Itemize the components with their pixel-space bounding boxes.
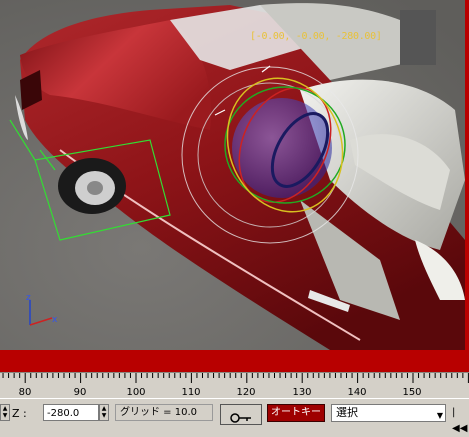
autokey-button[interactable]: オートキー [267, 404, 325, 422]
active-viewport-border-right [465, 0, 469, 354]
timeline-tick-label: 110 [181, 387, 201, 398]
transform-coordinate-readout: [-0.00, -0.00, -280.00] [250, 31, 382, 42]
z-spinner[interactable]: ▲ ▼ [99, 404, 109, 421]
set-key-button[interactable] [220, 404, 262, 425]
timeline-tick-label: 140 [347, 387, 367, 398]
scene-render: z x [0, 0, 469, 354]
rearview-post [400, 10, 436, 65]
axis-x-label: x [52, 315, 58, 325]
timeline-tick-label: 120 [236, 387, 256, 398]
3d-viewport[interactable]: z x [-0.00, -0.00, -280.00] [0, 0, 469, 354]
grid-size-display: グリッド = 10.0 [115, 404, 213, 421]
axis-z-label: z [26, 293, 31, 303]
timeline-tick-label: 150 [402, 387, 422, 398]
timeline-tick-label: 130 [292, 387, 312, 398]
selection-set-dropdown[interactable]: 選択 ▼ [331, 404, 446, 422]
selection-set-value: 選択 [336, 406, 358, 419]
timeline-tick-label: 90 [73, 387, 87, 398]
timeline-tick-label: 100 [126, 387, 146, 398]
key-icon [230, 413, 251, 423]
timeline-tick-label: 80 [18, 387, 32, 398]
z-coordinate-label: Z : [12, 407, 27, 420]
z-coordinate-input[interactable]: -280.0 [43, 404, 99, 421]
chevron-down-icon: ▼ [436, 411, 443, 420]
timeline-ruler[interactable]: 80 90 100 110 120 130 140 150 [0, 372, 469, 399]
active-viewport-border-bottom [0, 350, 469, 372]
go-to-start-icon[interactable]: |◀◀ [452, 405, 469, 434]
y-spinner[interactable]: ▲ ▼ [0, 404, 10, 421]
timeline-tick-marks [2, 373, 469, 383]
status-bar: ▲ ▼ Z : -280.0 ▲ ▼ グリッド = 10.0 オートキー 選択 ▼ … [0, 398, 469, 434]
hub-center [87, 181, 103, 195]
